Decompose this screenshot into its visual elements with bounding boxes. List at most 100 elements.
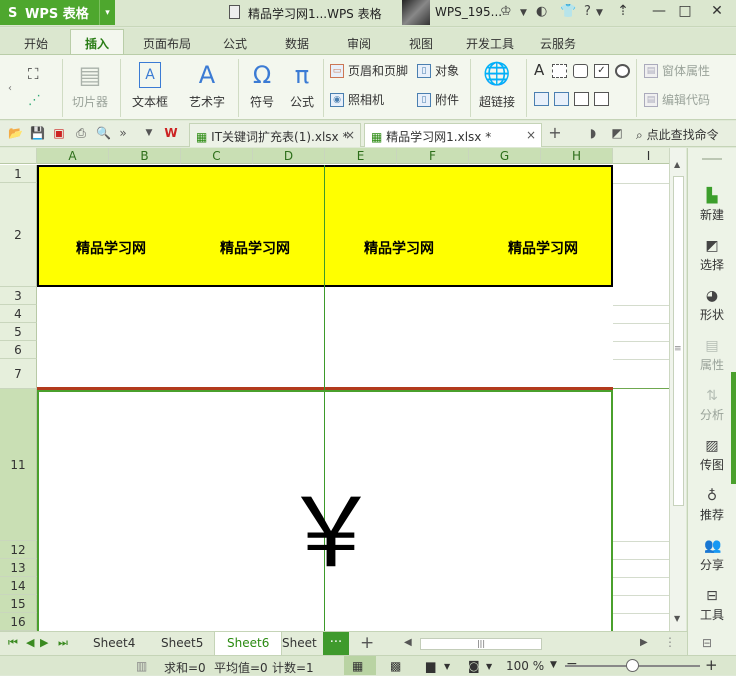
column-header-a[interactable]: A [37, 148, 109, 164]
tab-cloud[interactable]: 云服务 [540, 35, 576, 52]
print-preview-icon[interactable]: 🔍 [96, 126, 111, 140]
row-header-7[interactable]: 7 [0, 359, 37, 389]
column-header-d[interactable]: D [253, 148, 325, 164]
app-menu-button[interactable]: S WPS 表格 ▾ [0, 0, 115, 25]
zoom-out-icon[interactable]: − [566, 656, 578, 672]
vertical-scroll-thumb[interactable] [673, 176, 684, 506]
scroll-up-icon[interactable]: ▲ [674, 160, 680, 169]
pane-collapse-handle[interactable] [731, 372, 736, 484]
row-header-5[interactable]: 5 [0, 323, 37, 341]
reading-mode-icon[interactable]: ◙ [468, 659, 480, 673]
task-pane-properties[interactable]: ▤ 属性 [688, 338, 736, 373]
save-icon[interactable]: 💾 [30, 126, 45, 140]
column-header-b[interactable]: B [109, 148, 181, 164]
scroll-down-icon[interactable]: ▼ [674, 614, 680, 623]
export-pdf-icon[interactable]: ▣ [52, 126, 66, 140]
button-control-icon[interactable] [573, 64, 588, 78]
task-pane-recommend[interactable]: ♁ 推荐 [688, 488, 736, 523]
checkbox-control-icon[interactable]: ✓ [594, 64, 609, 78]
zoom-dropdown-icon[interactable]: ▼ [550, 660, 557, 670]
column-header-g[interactable]: G [469, 148, 541, 164]
shirt-icon[interactable]: 👕 [560, 4, 576, 19]
window-properties-button[interactable]: ▤ 窗体属性 [644, 62, 710, 79]
page-layout-view-icon[interactable]: ▆ [426, 659, 435, 673]
tab-page-layout[interactable]: 页面布局 [143, 35, 191, 52]
doc-tab-jingpin[interactable]: ▦ 精品学习网1.xlsx * × [364, 123, 542, 147]
row-header-2[interactable]: 2 [0, 183, 37, 287]
task-pane-new[interactable]: ▙ 新建 [688, 188, 736, 223]
print-icon[interactable]: ⎙ [74, 126, 88, 140]
tab-developer[interactable]: 开发工具 [466, 35, 514, 52]
slicer-button[interactable]: ▤ 切片器 [66, 62, 114, 110]
row-header-12[interactable]: 12 [0, 541, 37, 559]
prev-sheet-icon[interactable]: ◀ [26, 636, 34, 649]
tab-formulas[interactable]: 公式 [223, 35, 247, 52]
row-header-15[interactable]: 15 [0, 595, 37, 613]
sheet-tab-sheet6[interactable]: Sheet6 [214, 632, 283, 655]
combobox-control-icon[interactable] [554, 92, 569, 106]
horizontal-scroll-thumb[interactable]: ||| [420, 638, 542, 650]
task-pane-shapes[interactable]: ◕ 形状 [688, 288, 736, 323]
reading-dropdown-icon[interactable]: ▼ [486, 662, 492, 671]
ribbon-scroll-left-icon[interactable]: ‹ [8, 83, 12, 94]
page-break-view-icon[interactable]: ▩ [390, 659, 401, 673]
hyperlink-button[interactable]: 🌐 超链接 [474, 62, 520, 110]
tab-data[interactable]: 数据 [285, 35, 309, 52]
tab-review[interactable]: 审阅 [347, 35, 371, 52]
camera-button[interactable]: ◉ 照相机 [330, 91, 384, 108]
compass-icon[interactable]: ◐ [536, 4, 547, 19]
edit-code-button[interactable]: ▤ 编辑代码 [644, 91, 710, 108]
spinner-control-icon[interactable] [574, 92, 589, 106]
row-header-3[interactable]: 3 [0, 287, 37, 305]
minimize-button[interactable]: — [648, 3, 670, 23]
layout-dropdown-icon[interactable]: ▼ [444, 662, 450, 671]
row-header-1[interactable]: 1 [0, 165, 37, 183]
label-control-icon[interactable]: A [534, 61, 544, 79]
split-handle-icon[interactable]: ≡ [674, 344, 682, 354]
tab-nav-menu-icon[interactable]: ◩ [610, 126, 624, 140]
row-header-13[interactable]: 13 [0, 559, 37, 577]
more-commands-icon[interactable]: » [116, 126, 130, 140]
column-header-f[interactable]: F [397, 148, 469, 164]
chart-icon[interactable]: ⛶ [28, 65, 39, 83]
close-tab-icon[interactable]: × [526, 128, 536, 142]
tab-insert[interactable]: 插入 [70, 29, 125, 55]
formula-button[interactable]: π 公式 [284, 62, 320, 110]
sheet-tab-sheet7[interactable]: Sheet [282, 636, 320, 650]
column-header-i[interactable]: I [613, 148, 669, 164]
select-all-corner[interactable] [0, 148, 37, 164]
column-header-e[interactable]: E [325, 148, 397, 164]
wps-w-icon[interactable]: W [164, 126, 178, 140]
avatar[interactable] [402, 0, 430, 25]
open-folder-icon[interactable]: 📂 [8, 126, 23, 140]
maximize-button[interactable]: □ [674, 3, 696, 23]
customize-dropdown-icon[interactable]: ▼ [142, 126, 156, 140]
task-pane-share[interactable]: 👥 分享 [688, 538, 736, 573]
help-dropdown-icon[interactable]: ▼ [596, 8, 603, 18]
crown-icon[interactable]: ♔ [500, 4, 512, 19]
task-pane-select[interactable]: ◩ 选择 [688, 238, 736, 273]
group-box-icon[interactable] [552, 64, 567, 78]
more-sheets-button[interactable]: ··· [323, 632, 349, 655]
header-footer-button[interactable]: ▭ 页眉和页脚 [330, 62, 408, 79]
zoom-level[interactable]: 100 % [506, 659, 544, 673]
row-header-14[interactable]: 14 [0, 577, 37, 595]
task-pane-tools[interactable]: ⊟ 工具 [688, 588, 736, 623]
zoom-in-icon[interactable]: + [705, 656, 718, 674]
task-pane-upload-image[interactable]: ▨ 传图 [688, 438, 736, 473]
radio-control-icon[interactable] [615, 64, 630, 78]
more-tools-icon[interactable]: ⊟ [702, 636, 712, 650]
first-sheet-icon[interactable]: ⏮ [8, 636, 18, 650]
last-sheet-icon[interactable]: ⏭ [58, 636, 68, 650]
next-sheet-icon[interactable]: ▶ [40, 636, 48, 649]
scrollbar-control-icon[interactable] [594, 92, 609, 106]
task-pane-analysis[interactable]: ⇅ 分析 [688, 388, 736, 423]
user-name[interactable]: WPS_195... [435, 5, 502, 19]
close-tab-icon[interactable]: × [345, 128, 355, 142]
spreadsheet-grid[interactable]: A B C D E F G H I 1 2 3 4 5 6 7 11 12 13… [0, 148, 669, 631]
user-dropdown-icon[interactable]: ▼ [520, 8, 527, 18]
hsplit-handle-icon[interactable]: ⋮ [664, 635, 676, 649]
restore-up-button[interactable]: ⇡ [612, 3, 634, 23]
tab-view[interactable]: 视图 [409, 35, 433, 52]
doc-tab-it-keywords[interactable]: ▦ IT关键词扩充表(1).xlsx * × [189, 123, 361, 147]
